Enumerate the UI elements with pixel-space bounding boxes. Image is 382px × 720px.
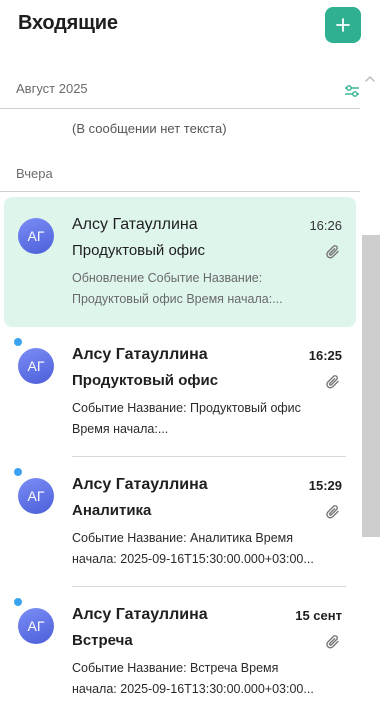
message-time: 15:29 — [308, 478, 342, 493]
message-preview: Событие Название: Продуктовый офис Время… — [72, 401, 301, 436]
paperclip-icon — [326, 505, 339, 519]
message-item[interactable]: АГ Алсу Гатауллина 16:26 Продуктовый офи… — [4, 197, 356, 327]
avatar: АГ — [18, 348, 54, 384]
message-subject: Продуктовый офис — [72, 372, 219, 389]
avatar: АГ — [18, 218, 54, 254]
paperclip-icon — [326, 635, 339, 649]
sender-name: Алсу Гатауллина — [72, 216, 198, 233]
avatar: АГ — [18, 478, 54, 514]
paperclip-icon — [326, 245, 339, 259]
scrollbar-thumb[interactable] — [362, 235, 380, 537]
message-preview: Событие Название: Встреча Время начала: … — [72, 661, 314, 696]
message-item[interactable]: АГ Алсу Гатауллина 16:25 Продуктовый офи… — [4, 327, 356, 457]
message-item[interactable]: АГ Алсу Гатауллина 15:29 Аналитика Событ… — [4, 457, 356, 587]
unread-indicator — [13, 597, 23, 607]
page-title: Входящие — [18, 12, 118, 34]
plus-icon — [336, 18, 350, 32]
divider — [0, 191, 360, 192]
group-header-august: Август 2025 — [16, 81, 88, 96]
message-time: 15 сент — [295, 608, 342, 623]
message-time: 16:25 — [308, 348, 342, 363]
sender-name: Алсу Гатауллина — [72, 476, 208, 493]
message-subject: Продуктовый офис — [72, 242, 206, 259]
empty-message-text[interactable]: (В сообщении нет текста) — [72, 121, 227, 136]
compose-button[interactable] — [325, 7, 361, 43]
avatar: АГ — [18, 608, 54, 644]
group-header-yesterday: Вчера — [16, 166, 53, 181]
message-item[interactable]: АГ Алсу Гатауллина 15 сент Встреча Событ… — [4, 587, 356, 717]
message-time: 16:26 — [309, 218, 342, 233]
message-preview: Событие Название: Аналитика Время начала… — [72, 531, 314, 566]
message-subject: Аналитика — [72, 502, 152, 519]
unread-indicator — [13, 467, 23, 477]
divider — [0, 108, 360, 109]
message-subject: Встреча — [72, 632, 133, 649]
filter-sliders-icon[interactable] — [343, 82, 361, 100]
sender-name: Алсу Гатауллина — [72, 606, 208, 623]
unread-indicator — [13, 337, 23, 347]
sender-name: Алсу Гатауллина — [72, 346, 208, 363]
chevron-up-icon[interactable] — [363, 72, 377, 86]
paperclip-icon — [326, 375, 339, 389]
message-preview: Обновление Событие Название: Продуктовый… — [72, 271, 283, 306]
header: Входящие — [0, 0, 382, 60]
